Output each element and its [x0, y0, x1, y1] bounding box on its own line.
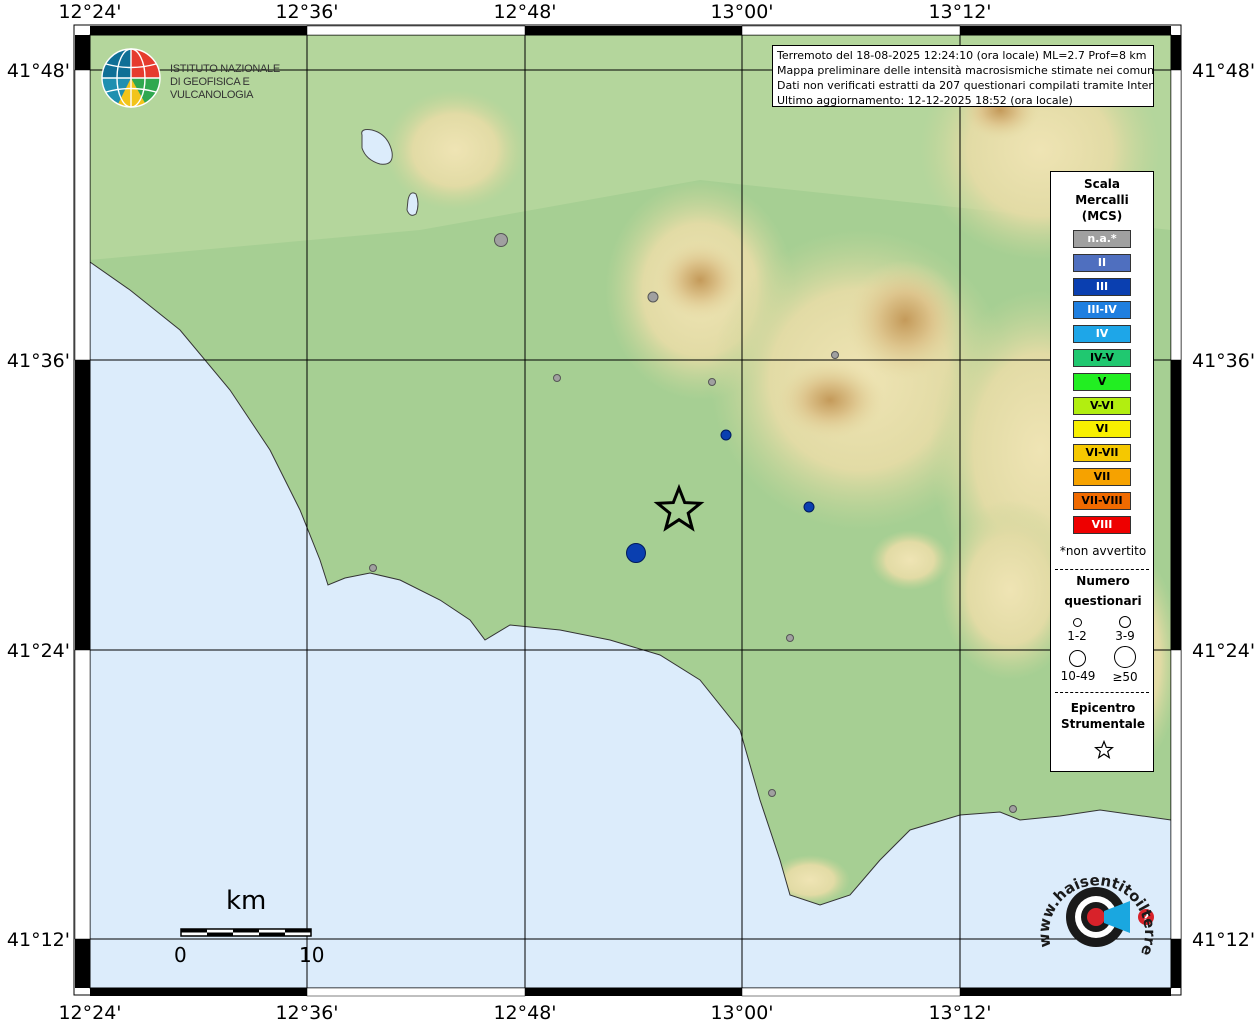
latitude-labels-right: 41°48' 41°36' 41°24' 41°12'	[1192, 60, 1255, 951]
point-na[interactable]	[786, 634, 794, 642]
legend-swatch: III-IV	[1073, 301, 1131, 320]
point-na[interactable]	[831, 351, 839, 359]
legend-title-line2: Mercalli	[1075, 193, 1129, 207]
legend-swatch: V	[1073, 372, 1131, 391]
scale-start: 0	[174, 943, 187, 967]
sabatini-hills	[385, 90, 525, 210]
lat-tick-label: 41°48'	[1192, 60, 1255, 82]
point-na[interactable]	[708, 378, 716, 386]
event-line: Terremoto del 18-08-2025 12:24:10 (ora l…	[777, 49, 1147, 62]
point-na[interactable]	[494, 233, 508, 247]
scale-unit: km	[226, 886, 267, 916]
latitude-labels-left: 41°48' 41°36' 41°24' 41°12'	[7, 60, 70, 951]
legend-swatch: II	[1073, 253, 1131, 272]
lat-tick-label: 41°48'	[7, 60, 70, 82]
lat-tick-label: 41°12'	[1192, 929, 1255, 951]
legend-swatch: V-VI	[1073, 396, 1131, 415]
legend-title-line3: (MCS)	[1081, 209, 1123, 223]
count-title-line1: Numero	[1076, 574, 1130, 588]
lepini-peak-2	[775, 360, 885, 440]
legend-swatch: VI-VII	[1073, 444, 1131, 463]
legend-swatch: IV	[1073, 325, 1131, 344]
lat-tick-label: 41°36'	[7, 350, 70, 372]
point-na[interactable]	[647, 291, 659, 303]
lon-tick-label: 12°48'	[493, 1, 556, 23]
ingv-line2: DI GEOFISICA E VULCANOLOGIA	[170, 76, 254, 101]
size-label-2: 3-9	[1115, 629, 1135, 643]
scale-bar	[180, 928, 312, 937]
ingv-logo: ISTITUTO NAZIONALE DI GEOFISICA E VULCAN…	[100, 47, 320, 109]
legend-separator-2	[1055, 692, 1149, 693]
scale-end: 10	[299, 943, 325, 967]
event-info-box: Terremoto del 18-08-2025 12:24:10 (ora l…	[772, 45, 1154, 107]
longitude-labels-top: 12°24' 12°36' 12°48' 13°00' 13°12'	[58, 1, 991, 23]
lat-tick-label: 41°24'	[1192, 640, 1255, 662]
lon-tick-label: 12°24'	[58, 1, 121, 23]
point-na[interactable]	[553, 374, 561, 382]
size-circle-medium	[1119, 616, 1131, 628]
lon-tick-label: 13°00'	[710, 1, 773, 23]
point-na[interactable]	[768, 789, 776, 797]
lon-tick-label: 12°36'	[275, 1002, 338, 1024]
last-update: Ultimo aggiornamento: 12-12-2025 18:52 (…	[777, 94, 1073, 107]
lon-tick-label: 13°00'	[710, 1002, 773, 1024]
legend-separator	[1055, 569, 1149, 570]
small-hill	[870, 530, 950, 590]
lon-tick-label: 13°12'	[928, 1, 991, 23]
lake-martignano	[406, 192, 419, 216]
legend-title-line1: Scala	[1083, 177, 1121, 191]
map-terrain	[90, 35, 1171, 988]
ingv-line1: ISTITUTO NAZIONALE	[170, 63, 280, 75]
lon-tick-label: 13°12'	[928, 1002, 991, 1024]
point-iii[interactable]	[720, 429, 732, 441]
lepini-peak-1	[845, 260, 965, 380]
size-label-3: 10-49	[1060, 669, 1096, 683]
size-circle-small	[1073, 618, 1082, 627]
longitude-labels-bottom: 12°24' 12°36' 12°48' 13°00' 13°12'	[58, 1002, 991, 1024]
epicenter-title: Epicentro Strumentale	[1051, 700, 1155, 732]
legend-swatch: VII	[1073, 468, 1131, 486]
lon-tick-label: 12°48'	[493, 1002, 556, 1024]
lat-tick-label: 41°12'	[7, 929, 70, 951]
count-title: Numero questionari	[1051, 572, 1155, 610]
point-na[interactable]	[369, 564, 377, 572]
lat-tick-label: 41°36'	[1192, 350, 1255, 372]
map-description: Mappa preliminare delle intensità macros…	[777, 64, 1154, 77]
hst-logo-icon: ? www.haisentitoilterremoto.it	[1026, 841, 1159, 958]
size-circle-large	[1069, 650, 1086, 667]
legend-swatch: VII-VIII	[1073, 491, 1131, 510]
count-title-line2: questionari	[1064, 594, 1142, 608]
legend-swatch: VIII	[1073, 515, 1131, 534]
legend: Scala Mercalli (MCS) n.a.* II III III-IV IV I…	[1050, 171, 1154, 772]
not-felt-note: *non avvertito	[1059, 544, 1147, 558]
legend-swatch: n.a.*	[1073, 230, 1131, 248]
size-label-4: ≥50	[1112, 670, 1138, 684]
hst-logo: ? www.haisentitoilterremoto.it	[1026, 841, 1160, 981]
globe-icon	[101, 48, 161, 108]
legend-title: Scala Mercalli (MCS)	[1051, 176, 1153, 224]
star-icon	[1094, 740, 1114, 759]
epicenter-title-line2: Strumentale	[1060, 717, 1146, 731]
point-iii[interactable]	[626, 543, 646, 563]
lon-tick-label: 12°24'	[58, 1002, 121, 1024]
point-na[interactable]	[1009, 805, 1017, 813]
point-iii[interactable]	[803, 501, 815, 513]
legend-swatch: VI	[1073, 420, 1131, 439]
legend-swatch: III	[1073, 277, 1131, 296]
size-circle-xlarge	[1114, 646, 1136, 668]
epicenter-title-line1: Epicentro	[1070, 701, 1136, 715]
size-label-1: 1-2	[1067, 629, 1087, 643]
data-note: Dati non verificati estratti da 207 ques…	[777, 79, 1154, 92]
legend-swatch: IV-V	[1073, 349, 1131, 367]
lat-tick-label: 41°24'	[7, 640, 70, 662]
lon-tick-label: 12°36'	[275, 1, 338, 23]
